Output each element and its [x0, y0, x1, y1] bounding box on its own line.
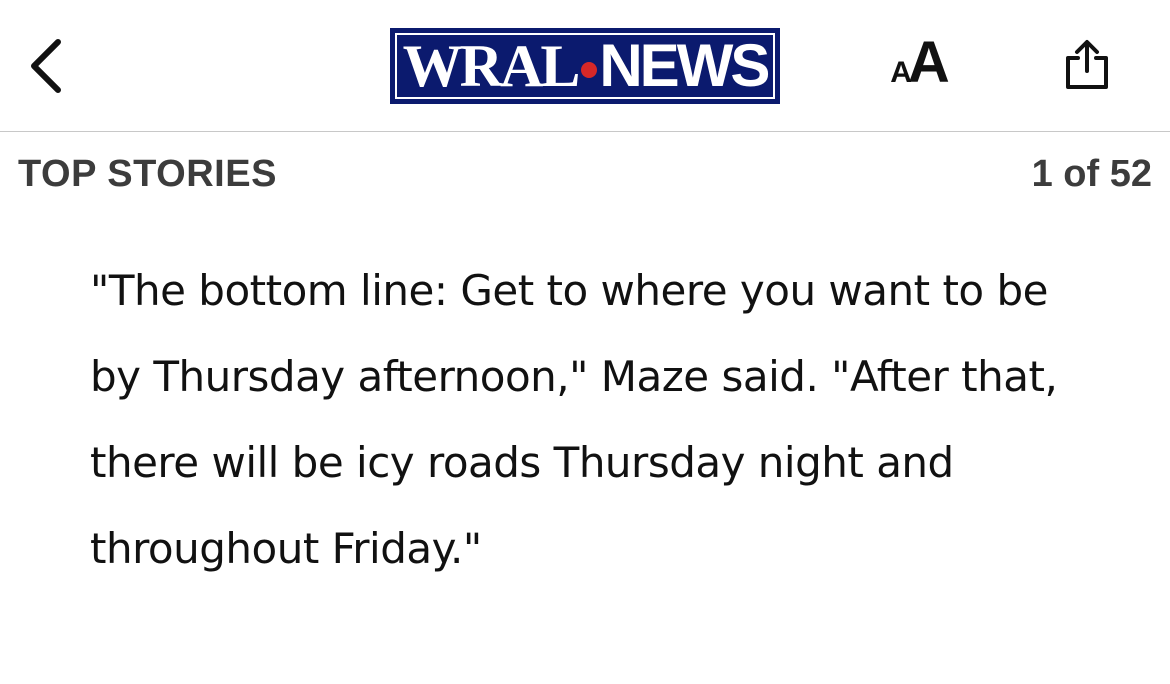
logo-wral-text: WRAL	[402, 33, 581, 99]
chevron-left-icon	[31, 39, 61, 93]
back-button[interactable]	[14, 28, 78, 104]
text-size-large-glyph: A	[907, 30, 950, 95]
section-header: TOP STORIES 1 of 52	[0, 133, 1170, 213]
story-counter: 1 of 52	[1031, 153, 1152, 195]
logo-red-dot	[581, 62, 598, 78]
logo-news-text: NEWS	[599, 32, 770, 99]
article-paragraph: "The bottom line: Get to where you want …	[90, 266, 1058, 573]
section-title: TOP STORIES	[18, 153, 277, 195]
top-navigation-bar: WRAL NEWS A A	[0, 0, 1170, 132]
share-icon	[1066, 40, 1108, 89]
text-size-button[interactable]: A A	[880, 30, 960, 100]
wral-news-logo: WRAL NEWS	[390, 28, 780, 104]
share-button[interactable]	[1052, 30, 1122, 100]
